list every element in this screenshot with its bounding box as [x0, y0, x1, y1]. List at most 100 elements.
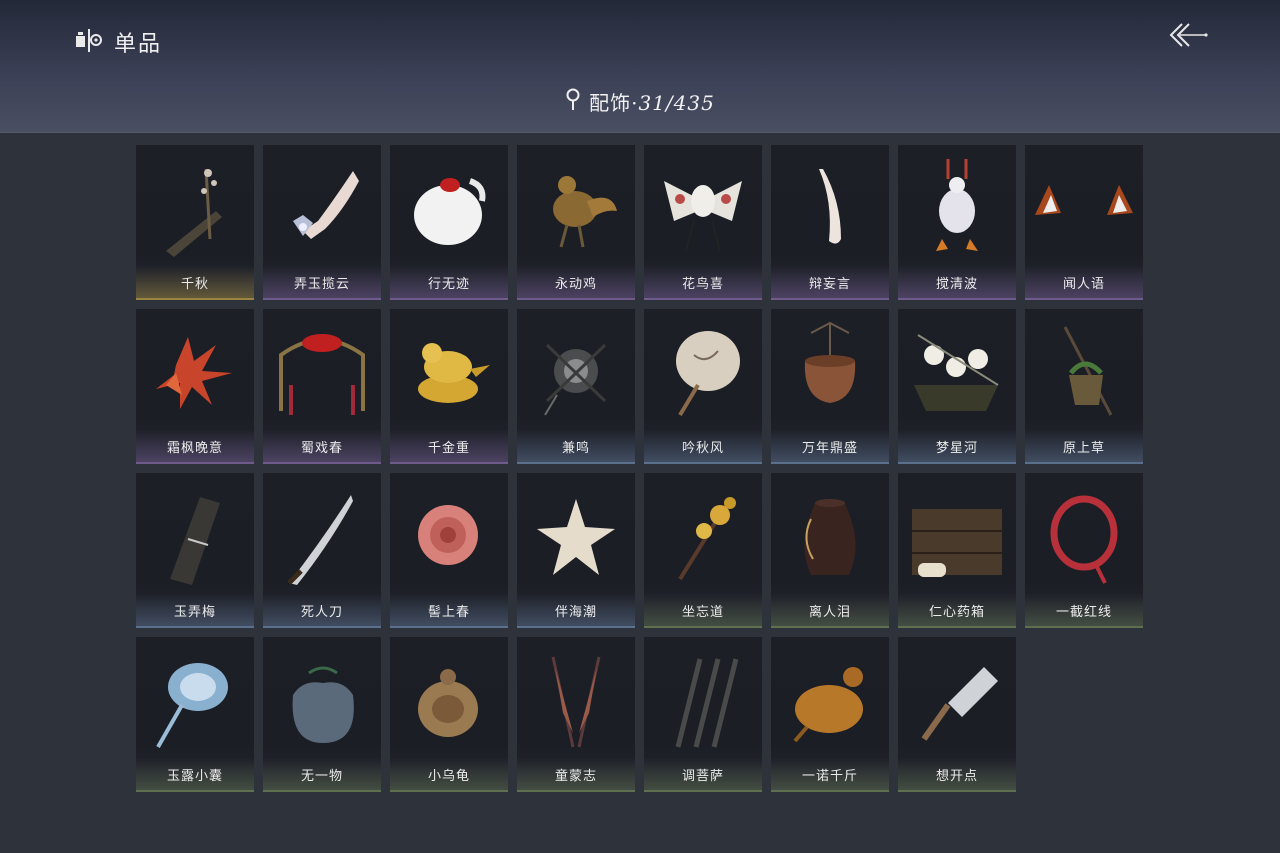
item-label: 仁心药箱: [928, 605, 985, 620]
category-count: 31/435: [638, 90, 715, 115]
flower-swing-icon: [898, 315, 1016, 427]
wine-jar-icon: [771, 479, 889, 591]
saber-icon: [263, 479, 381, 591]
golden-bird-icon: [390, 315, 508, 427]
item-label: 千金重: [427, 441, 470, 456]
duck-puppet-icon: [898, 151, 1016, 263]
back-arrow-icon: [1169, 23, 1208, 47]
category-name: 配饰: [589, 90, 632, 115]
maple-leaves-icon: [136, 315, 254, 427]
instrument-case-icon: [136, 479, 254, 591]
item-label: 死人刀: [300, 605, 343, 620]
collection-icon: [72, 24, 104, 60]
round-fan-icon: [644, 315, 762, 427]
cleaver-icon: [898, 643, 1016, 755]
hair-flower-icon: [390, 479, 508, 591]
opera-headdress-icon: [263, 315, 381, 427]
item-card[interactable]: 千金重: [390, 309, 508, 464]
item-label: 辩妄言: [808, 277, 851, 292]
item-label: 行无迹: [427, 277, 470, 292]
item-card[interactable]: 仁心药箱: [898, 473, 1016, 628]
item-card[interactable]: 蜀戏春: [263, 309, 381, 464]
item-label: 搅清波: [935, 277, 978, 292]
item-card[interactable]: 死人刀: [263, 473, 381, 628]
item-card[interactable]: 弄玉揽云: [263, 145, 381, 300]
item-label: 吟秋风: [681, 441, 724, 456]
item-label: 千秋: [180, 277, 209, 292]
item-label: 一诺千斤: [801, 769, 858, 784]
item-label: 想开点: [935, 769, 978, 784]
item-card[interactable]: 梦星河: [898, 309, 1016, 464]
item-label: 花鸟喜: [681, 277, 724, 292]
item-label: 一截红线: [1055, 605, 1112, 620]
item-card[interactable]: 玉露小囊: [136, 637, 254, 792]
item-label: 玉弄梅: [173, 605, 216, 620]
item-card[interactable]: 兼鸣: [517, 309, 635, 464]
item-label: 霜枫晚意: [166, 441, 223, 456]
darts-icon: [644, 643, 762, 755]
bird-kite-icon: [644, 151, 762, 263]
gold-hairpin-icon: [644, 479, 762, 591]
location-pin-icon: [565, 87, 581, 116]
item-label: 髻上春: [427, 605, 470, 620]
item-label: 童蒙志: [554, 769, 597, 784]
item-card[interactable]: 搅清波: [898, 145, 1016, 300]
item-card[interactable]: 闻人语: [1025, 145, 1143, 300]
tortoise-icon: [390, 643, 508, 755]
item-label: 无一物: [300, 769, 343, 784]
item-label: 坐忘道: [681, 605, 724, 620]
item-card[interactable]: 花鸟喜: [644, 145, 762, 300]
item-card[interactable]: 调菩萨: [644, 637, 762, 792]
item-card[interactable]: 髻上春: [390, 473, 508, 628]
item-label: 离人泪: [808, 605, 851, 620]
item-card[interactable]: 原上草: [1025, 309, 1143, 464]
white-feather-icon: [771, 151, 889, 263]
pinwheel-icon: [517, 315, 635, 427]
item-card[interactable]: 辩妄言: [771, 145, 889, 300]
item-label: 永动鸡: [554, 277, 597, 292]
item-card[interactable]: 永动鸡: [517, 145, 635, 300]
item-card[interactable]: 千秋: [136, 145, 254, 300]
item-card[interactable]: 霜枫晚意: [136, 309, 254, 464]
item-label: 伴海潮: [554, 605, 597, 620]
item-label: 原上草: [1062, 441, 1105, 456]
top-header: 单品 配饰·31/435: [0, 0, 1280, 133]
item-label: 梦星河: [935, 441, 978, 456]
item-card[interactable]: 坐忘道: [644, 473, 762, 628]
item-card[interactable]: 吟秋风: [644, 309, 762, 464]
item-label: 万年鼎盛: [801, 441, 858, 456]
item-card[interactable]: 离人泪: [771, 473, 889, 628]
item-label: 调菩萨: [681, 769, 724, 784]
red-cord-icon: [1025, 479, 1143, 591]
zither-icon: [136, 151, 254, 263]
item-card[interactable]: 一诺千斤: [771, 637, 889, 792]
page-title: 单品: [72, 24, 162, 60]
back-button[interactable]: [1162, 18, 1210, 54]
item-label: 小乌龟: [427, 769, 470, 784]
cloth-bag-icon: [263, 643, 381, 755]
item-grid: 千秋 弄玉揽云 行无迹 永动鸡 花鸟喜 辩妄言 搅清波 闻人语霜枫晚意 蜀戏春 千金重 兼鸣 吟秋风 万…: [136, 145, 1143, 792]
item-card[interactable]: 童蒙志: [517, 637, 635, 792]
item-card[interactable]: 无一物: [263, 637, 381, 792]
item-label: 兼鸣: [561, 441, 590, 456]
item-label: 闻人语: [1062, 277, 1105, 292]
starfish-icon: [517, 479, 635, 591]
category-header: 配饰·31/435: [0, 86, 1280, 116]
roast-chicken-icon: [771, 643, 889, 755]
medicine-box-icon: [898, 479, 1016, 591]
title-text: 单品: [114, 32, 163, 57]
item-card[interactable]: 想开点: [898, 637, 1016, 792]
item-card[interactable]: 万年鼎盛: [771, 309, 889, 464]
item-label: 弄玉揽云: [293, 277, 350, 292]
item-card[interactable]: 伴海潮: [517, 473, 635, 628]
item-card[interactable]: 小乌龟: [390, 637, 508, 792]
mechanical-rooster-icon: [517, 151, 635, 263]
item-card[interactable]: 行无迹: [390, 145, 508, 300]
jeweled-hand-icon: [263, 151, 381, 263]
item-label: 蜀戏春: [300, 441, 343, 456]
fox-ears-icon: [1025, 151, 1143, 263]
item-label: 玉露小囊: [166, 769, 223, 784]
item-card[interactable]: 玉弄梅: [136, 473, 254, 628]
grass-basket-icon: [1025, 315, 1143, 427]
item-card[interactable]: 一截红线: [1025, 473, 1143, 628]
